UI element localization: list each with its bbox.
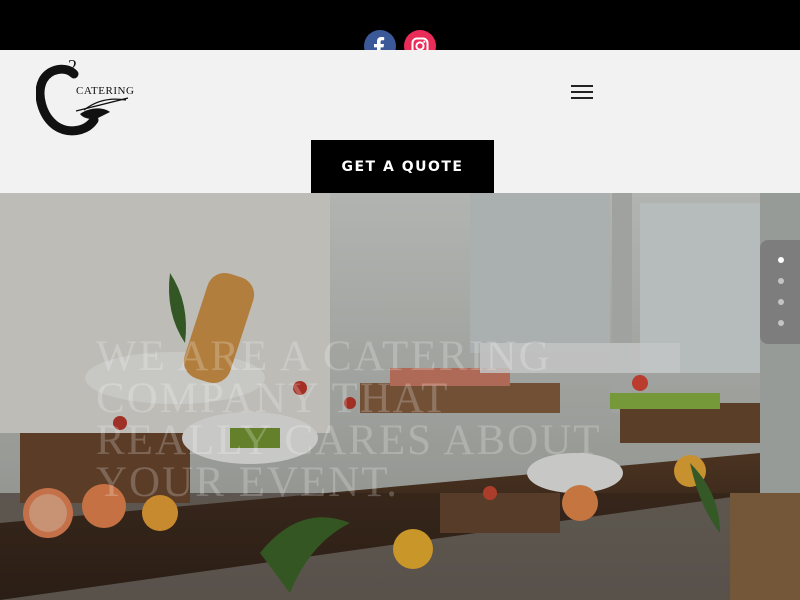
menu-bar-middle (571, 91, 593, 93)
slider-dot-4[interactable] (778, 320, 784, 326)
site-header: 2 CATERING GET A QUOTE (0, 50, 800, 193)
slider-pagination (760, 240, 800, 344)
site-logo[interactable]: 2 CATERING (35, 56, 136, 136)
slider-dot-3[interactable] (778, 299, 784, 305)
page: 2 CATERING GET A QUOTE WE ARE A CATERING… (0, 0, 800, 600)
get-a-quote-button[interactable]: GET A QUOTE (311, 140, 494, 193)
top-social-bar (0, 0, 800, 50)
menu-bar-top (571, 85, 593, 87)
hamburger-menu-icon[interactable] (571, 85, 595, 103)
hero-headline: WE ARE A CATERING COMPANY THAT REALLY CA… (96, 333, 601, 506)
menu-bar-bottom (571, 97, 593, 99)
logo-graphic: 2 CATERING (35, 56, 134, 136)
slider-dot-1[interactable] (778, 257, 784, 263)
hero-slider: WE ARE A CATERING COMPANY THAT REALLY CA… (0, 193, 800, 600)
logo-wordmark: CATERING (76, 85, 134, 97)
logo-superscript: 2 (68, 56, 77, 76)
slider-dot-2[interactable] (778, 278, 784, 284)
